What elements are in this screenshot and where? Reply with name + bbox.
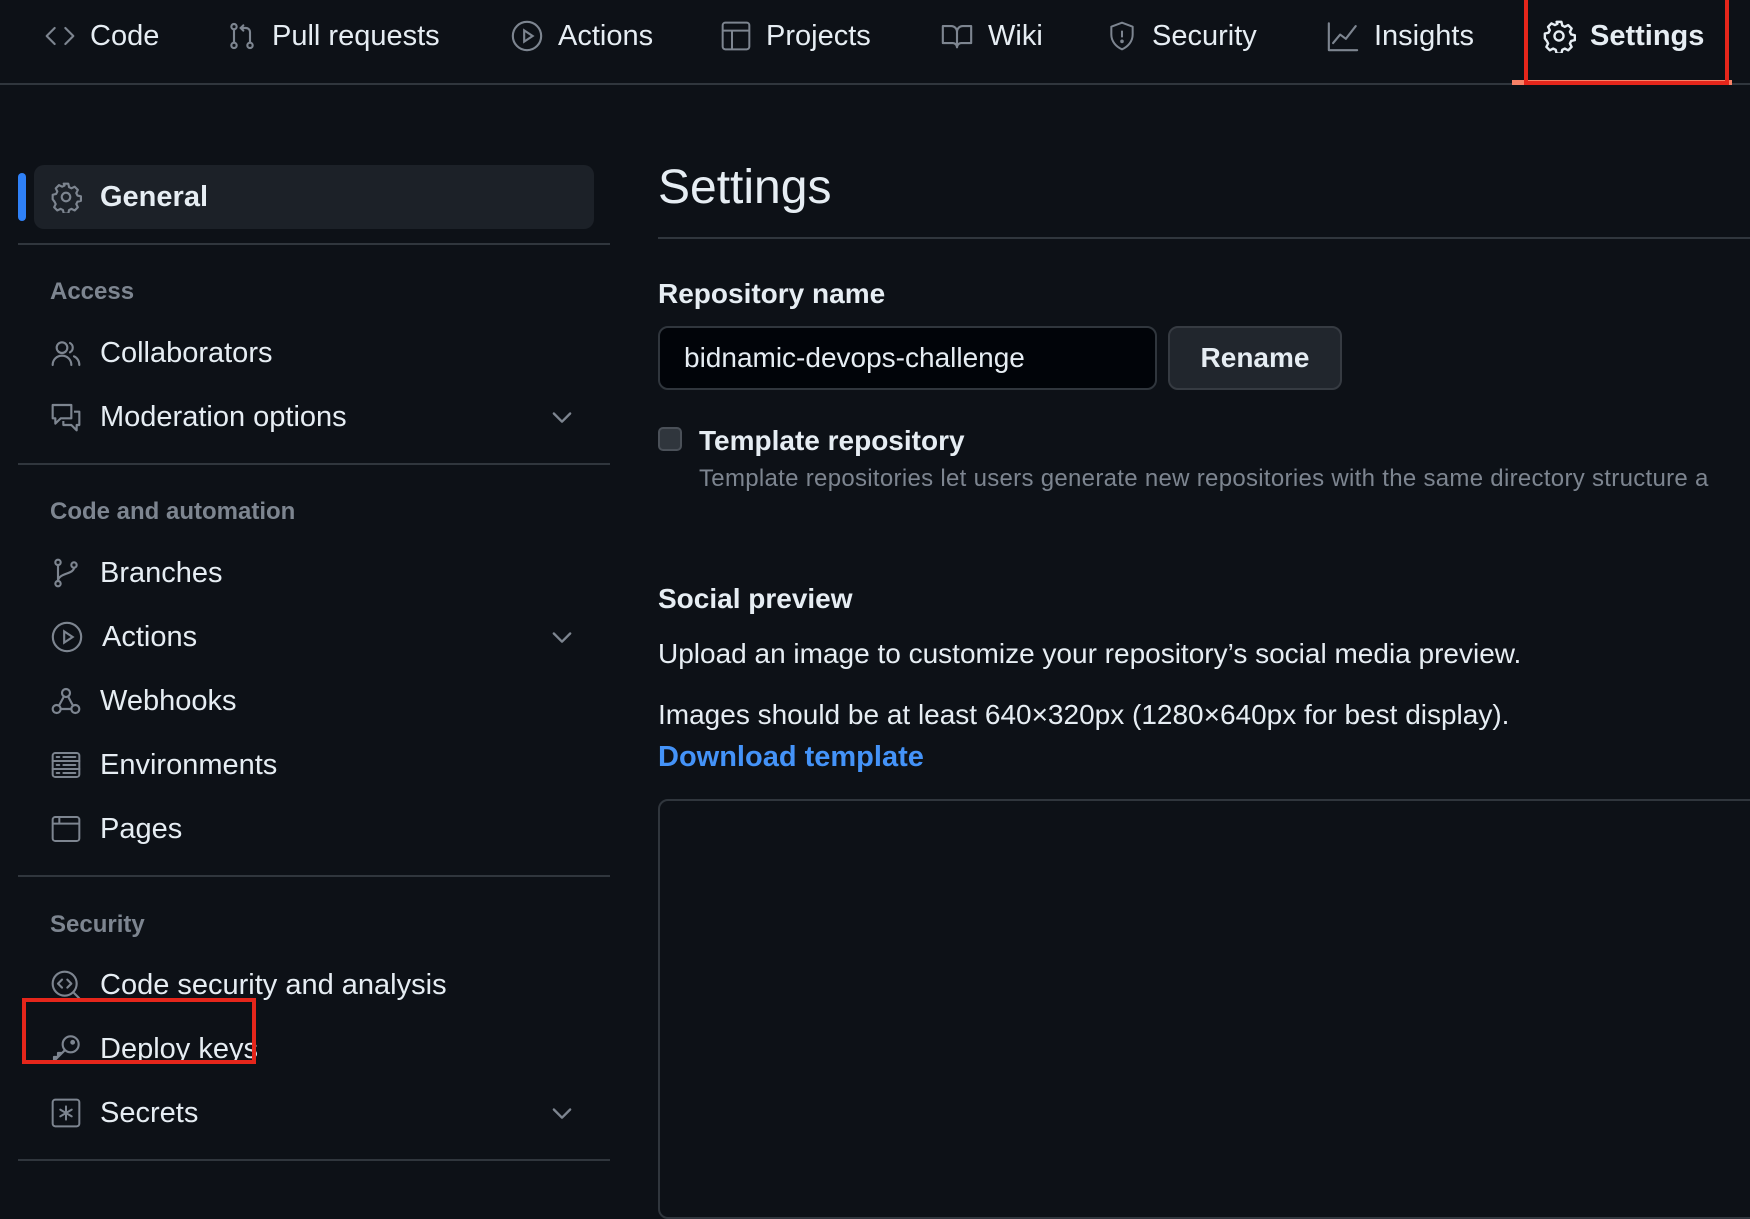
- tab-security[interactable]: Security: [1106, 0, 1257, 72]
- tab-label: Insights: [1374, 19, 1474, 52]
- codescan-icon: [50, 969, 82, 1001]
- sidebar-item-label: Branches: [100, 556, 223, 589]
- play-icon: [510, 19, 544, 53]
- highlight-settings-box: [1524, 0, 1729, 85]
- webhook-icon: [50, 685, 82, 717]
- repo-nav: Code Pull requests Actions Projects Wiki…: [0, 0, 1750, 85]
- repo-name-label: Repository name: [658, 278, 886, 309]
- sidebar-item-moderation-options[interactable]: Moderation options: [34, 385, 594, 449]
- section-heading-code-automation: Code and automation: [50, 498, 296, 525]
- download-template-link[interactable]: Download template: [658, 741, 924, 774]
- tab-label: Security: [1152, 19, 1257, 52]
- social-preview-size-hint: Images should be at least 640×320px (128…: [658, 699, 1510, 730]
- sidebar-item-label: General: [100, 180, 208, 213]
- social-preview-text: Upload an image to customize your reposi…: [658, 638, 1522, 669]
- git-branch-icon: [50, 557, 82, 589]
- sidebar-item-label: Webhooks: [100, 684, 237, 717]
- git-pull-request-icon: [226, 20, 258, 52]
- section-heading-access: Access: [50, 278, 135, 305]
- sidebar-item-label: Code security and analysis: [100, 968, 447, 1001]
- repo-name-input[interactable]: [658, 326, 1157, 390]
- sidebar-item-collaborators[interactable]: Collaborators: [34, 321, 594, 385]
- chevron-down-icon[interactable]: [548, 1099, 576, 1127]
- divider: [18, 875, 610, 877]
- tab-actions[interactable]: Actions: [510, 0, 653, 72]
- tab-pull-requests[interactable]: Pull requests: [226, 0, 440, 72]
- play-icon: [50, 620, 84, 654]
- shield-icon: [1106, 20, 1138, 52]
- sidebar-item-actions[interactable]: Actions: [34, 605, 594, 669]
- sidebar-item-label: Environments: [100, 748, 278, 781]
- tab-insights[interactable]: Insights: [1326, 0, 1474, 72]
- gear-icon: [50, 181, 82, 213]
- divider: [18, 463, 610, 465]
- sidebar-item-webhooks[interactable]: Webhooks: [34, 669, 594, 733]
- server-icon: [50, 749, 82, 781]
- social-preview-heading: Social preview: [658, 583, 853, 614]
- tab-code[interactable]: Code: [44, 0, 159, 72]
- sidebar-item-label: Moderation options: [100, 400, 347, 433]
- rename-button[interactable]: Rename: [1168, 326, 1342, 390]
- divider: [18, 243, 610, 245]
- sidebar-item-pages[interactable]: Pages: [34, 797, 594, 861]
- graph-icon: [1326, 19, 1360, 53]
- tab-label: Pull requests: [272, 19, 440, 52]
- sidebar-item-label: Actions: [102, 620, 198, 653]
- sidebar-item-label: Secrets: [100, 1096, 199, 1129]
- tab-projects[interactable]: Projects: [720, 0, 871, 72]
- tab-label: Wiki: [988, 19, 1043, 52]
- people-icon: [50, 337, 82, 369]
- section-heading-security: Security: [50, 911, 145, 938]
- sidebar-item-general[interactable]: General: [34, 165, 594, 229]
- comment-discussion-icon: [50, 401, 82, 433]
- sidebar-item-label: Collaborators: [100, 336, 273, 369]
- settings-main: Settings Repository name Rename Template…: [658, 85, 1750, 1219]
- tab-label: Code: [90, 19, 160, 52]
- tab-label: Projects: [766, 19, 871, 52]
- chevron-down-icon[interactable]: [548, 403, 576, 431]
- sidebar-item-label: Pages: [100, 812, 183, 845]
- chevron-down-icon[interactable]: [548, 623, 576, 651]
- key-asterisk-icon: [50, 1097, 82, 1129]
- sidebar-item-branches[interactable]: Branches: [34, 541, 594, 605]
- sidebar-item-secrets[interactable]: Secrets: [34, 1081, 594, 1145]
- template-repository-label[interactable]: Template repository: [699, 425, 965, 457]
- page-title: Settings: [658, 161, 832, 214]
- sidebar-item-environments[interactable]: Environments: [34, 733, 594, 797]
- template-repository-description: Template repositories let users generate…: [699, 465, 1709, 492]
- book-icon: [940, 19, 974, 53]
- social-preview-image-box[interactable]: [658, 799, 1750, 1219]
- active-indicator: [18, 173, 26, 221]
- template-repository-checkbox[interactable]: [658, 427, 682, 451]
- browser-icon: [50, 813, 82, 845]
- code-icon: [44, 20, 76, 52]
- table-icon: [720, 20, 752, 52]
- divider: [658, 237, 1750, 239]
- divider: [18, 1159, 610, 1161]
- tab-label: Actions: [558, 19, 654, 52]
- highlight-secrets-box: [22, 998, 256, 1064]
- tab-wiki[interactable]: Wiki: [940, 0, 1043, 72]
